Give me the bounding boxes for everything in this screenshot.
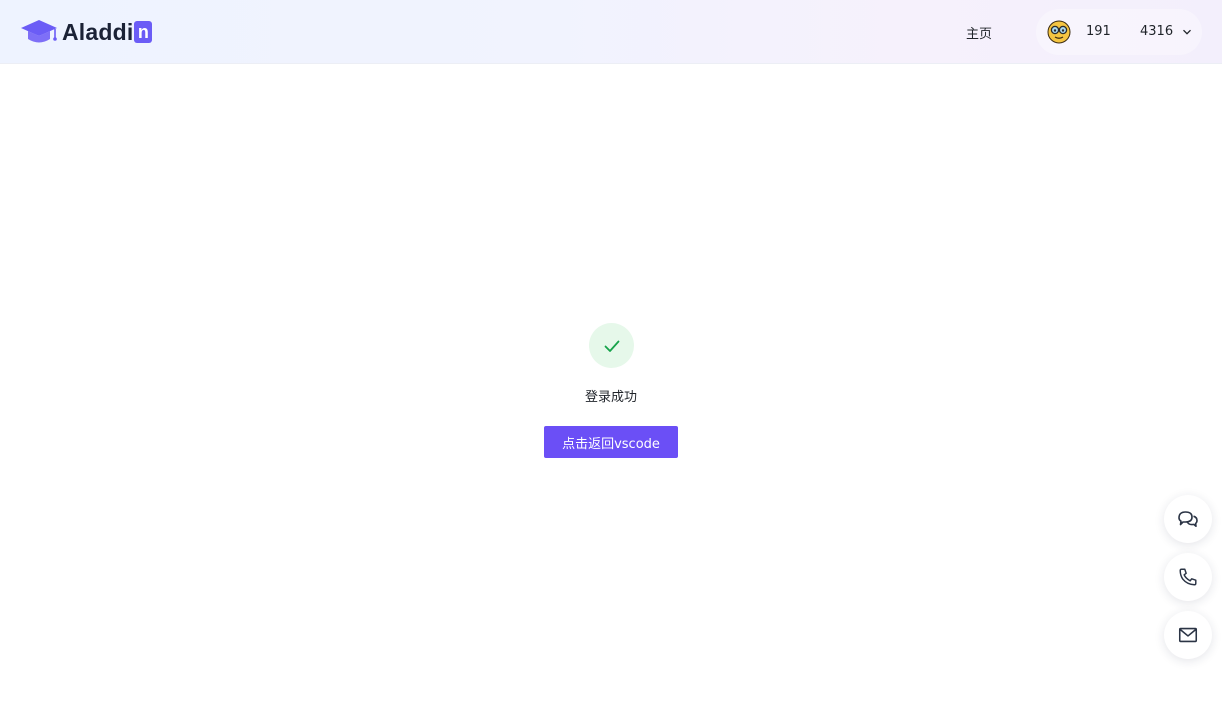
brand-name-prefix: Aladdi — [62, 18, 134, 45]
mail-icon — [1178, 627, 1198, 643]
phone-button[interactable] — [1164, 553, 1212, 601]
brand-name-last-letter: n — [134, 21, 153, 43]
success-message: 登录成功 — [584, 390, 637, 405]
brand-logo[interactable]: Aladdi n — [20, 17, 153, 47]
return-to-vscode-button[interactable]: 点击返回vscode — [544, 426, 678, 458]
brand-name: Aladdi n — [62, 18, 153, 46]
check-icon — [604, 340, 619, 352]
emoji-face-glasses-icon — [1047, 20, 1071, 44]
top-header: Aladdi n 主页 191 4316 — [0, 0, 1222, 64]
chat-icon — [1178, 511, 1198, 527]
nav-home-link[interactable]: 主页 — [966, 23, 992, 42]
user-field-a: 191 — [1086, 24, 1111, 39]
graduation-cap-icon — [21, 20, 57, 43]
chat-button[interactable] — [1164, 495, 1212, 543]
phone-icon — [1179, 568, 1197, 586]
user-field-b: 4316 — [1140, 24, 1174, 39]
mail-button[interactable] — [1164, 611, 1212, 659]
user-menu[interactable]: 191 4316 — [1036, 9, 1202, 55]
success-badge — [589, 323, 634, 368]
chevron-down-icon[interactable] — [1182, 27, 1192, 37]
